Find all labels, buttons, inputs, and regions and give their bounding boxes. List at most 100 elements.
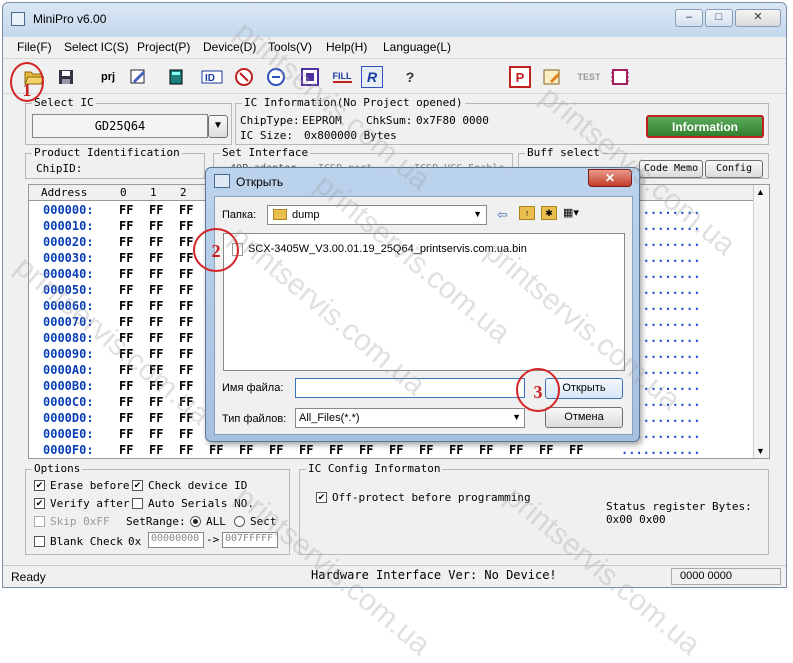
hex-byte[interactable]: FF xyxy=(179,251,193,265)
hex-byte[interactable]: FF xyxy=(119,235,133,249)
hex-scrollbar[interactable]: ▲ ▼ xyxy=(753,185,769,458)
test-icon[interactable]: TEST xyxy=(575,66,603,88)
information-button[interactable]: Information xyxy=(646,115,764,138)
hex-byte[interactable]: FF xyxy=(389,443,403,457)
hex-byte[interactable]: FF xyxy=(179,443,193,457)
hex-byte[interactable]: FF xyxy=(479,443,493,457)
chip-info-icon[interactable] xyxy=(165,66,187,88)
hex-byte[interactable]: FF xyxy=(119,411,133,425)
hex-byte[interactable]: FF xyxy=(149,299,163,313)
auto-serials-checkbox[interactable] xyxy=(132,498,143,509)
hex-byte[interactable]: FF xyxy=(179,411,193,425)
blank-check-checkbox[interactable] xyxy=(34,536,45,547)
range-all-radio[interactable] xyxy=(190,516,201,527)
close-button[interactable]: ✕ xyxy=(735,9,781,27)
hex-byte[interactable]: FF xyxy=(149,203,163,217)
hex-byte[interactable]: FF xyxy=(179,363,193,377)
save-project-icon[interactable] xyxy=(127,66,149,88)
minimize-button[interactable]: – xyxy=(675,9,703,27)
hex-byte[interactable]: FF xyxy=(149,395,163,409)
hex-byte[interactable]: FF xyxy=(539,443,553,457)
blank-check-icon[interactable] xyxy=(265,66,287,88)
hex-byte[interactable]: FF xyxy=(119,395,133,409)
save-icon[interactable] xyxy=(55,66,77,88)
hex-row[interactable]: 0000F0: FF FF FF FF FF FF FF FF FF FF FF FF FF FF FF FF.… xyxy=(29,443,769,458)
hex-byte[interactable]: FF xyxy=(119,283,133,297)
range-from-input[interactable]: 00000000 xyxy=(148,532,204,548)
reload-icon[interactable]: R xyxy=(361,66,383,88)
fill-icon[interactable]: FILL xyxy=(329,66,355,88)
hex-byte[interactable]: FF xyxy=(119,315,133,329)
off-protect-checkbox[interactable]: ✔ xyxy=(316,492,327,503)
hex-byte[interactable]: FF xyxy=(179,315,193,329)
code-memo-tab[interactable]: Code Memo xyxy=(639,160,703,178)
hex-byte[interactable]: FF xyxy=(449,443,463,457)
project-icon[interactable]: prj xyxy=(95,66,121,88)
edit-icon[interactable] xyxy=(541,66,563,88)
hex-byte[interactable]: FF xyxy=(119,331,133,345)
cancel-button[interactable]: Отмена xyxy=(545,407,623,428)
hex-byte[interactable]: FF xyxy=(179,395,193,409)
hex-byte[interactable]: FF xyxy=(419,443,433,457)
up-folder-icon[interactable]: ↑ xyxy=(519,206,535,220)
program-icon[interactable] xyxy=(299,66,321,88)
config-tab[interactable]: Config xyxy=(705,160,763,178)
hex-byte[interactable]: FF xyxy=(149,235,163,249)
skip-ff-checkbox[interactable] xyxy=(34,516,45,527)
hex-byte[interactable]: FF xyxy=(119,267,133,281)
hex-byte[interactable]: FF xyxy=(149,347,163,361)
menu-file[interactable]: File(F) xyxy=(17,40,52,54)
help-icon[interactable]: ? xyxy=(399,66,421,88)
new-folder-icon[interactable]: ✱ xyxy=(541,206,557,220)
menu-tools[interactable]: Tools(V) xyxy=(268,40,312,54)
hex-byte[interactable]: FF xyxy=(209,443,223,457)
folder-select[interactable]: dump ▼ xyxy=(267,205,487,225)
back-icon[interactable]: ⇦ xyxy=(497,207,508,223)
menu-project[interactable]: Project(P) xyxy=(137,40,190,54)
dialog-close-button[interactable]: ✕ xyxy=(588,169,632,187)
filename-input[interactable] xyxy=(295,378,525,398)
hex-byte[interactable]: FF xyxy=(179,299,193,313)
hex-byte[interactable]: FF xyxy=(119,443,133,457)
chip-test-icon[interactable] xyxy=(609,66,631,88)
hex-byte[interactable]: FF xyxy=(119,347,133,361)
hex-byte[interactable]: FF xyxy=(239,443,253,457)
hex-byte[interactable]: FF xyxy=(149,363,163,377)
erase-before-checkbox[interactable]: ✔ xyxy=(34,480,45,491)
hex-byte[interactable]: FF xyxy=(149,379,163,393)
menu-select-ic[interactable]: Select IC(S) xyxy=(64,40,129,54)
view-menu-icon[interactable]: ▦▾ xyxy=(563,206,587,220)
hex-byte[interactable]: FF xyxy=(359,443,373,457)
hex-byte[interactable]: FF xyxy=(149,427,163,441)
check-device-id-checkbox[interactable]: ✔ xyxy=(132,480,143,491)
hex-byte[interactable]: FF xyxy=(269,443,283,457)
hex-byte[interactable]: FF xyxy=(329,443,343,457)
hex-byte[interactable]: FF xyxy=(179,379,193,393)
hex-byte[interactable]: FF xyxy=(119,251,133,265)
file-item[interactable]: SCX-3405W_V3.00.01.19_25Q64_printservis.… xyxy=(232,242,632,258)
hex-byte[interactable]: FF xyxy=(149,283,163,297)
hex-byte[interactable]: FF xyxy=(509,443,523,457)
hex-byte[interactable]: FF xyxy=(119,363,133,377)
hex-byte[interactable]: FF xyxy=(569,443,583,457)
menu-device[interactable]: Device(D) xyxy=(203,40,256,54)
read-id-icon[interactable]: ID xyxy=(201,66,223,88)
hex-byte[interactable]: FF xyxy=(149,251,163,265)
verify-after-checkbox[interactable]: ✔ xyxy=(34,498,45,509)
hex-byte[interactable]: FF xyxy=(119,219,133,233)
hex-byte[interactable]: FF xyxy=(179,283,193,297)
p-mode-icon[interactable]: P xyxy=(509,66,531,88)
ic-dropdown-button[interactable]: ▼ xyxy=(208,115,228,138)
hex-byte[interactable]: FF xyxy=(149,219,163,233)
filetype-select[interactable]: All_Files(*.*) ▼ xyxy=(295,408,525,428)
maximize-button[interactable]: □ xyxy=(705,9,733,27)
hex-byte[interactable]: FF xyxy=(179,235,193,249)
hex-byte[interactable]: FF xyxy=(299,443,313,457)
hex-byte[interactable]: FF xyxy=(119,203,133,217)
hex-byte[interactable]: FF xyxy=(179,203,193,217)
hex-byte[interactable]: FF xyxy=(149,331,163,345)
hex-byte[interactable]: FF xyxy=(179,331,193,345)
hex-byte[interactable]: FF xyxy=(179,347,193,361)
erase-icon[interactable] xyxy=(233,66,255,88)
range-to-input[interactable]: 007FFFFF xyxy=(222,532,278,548)
